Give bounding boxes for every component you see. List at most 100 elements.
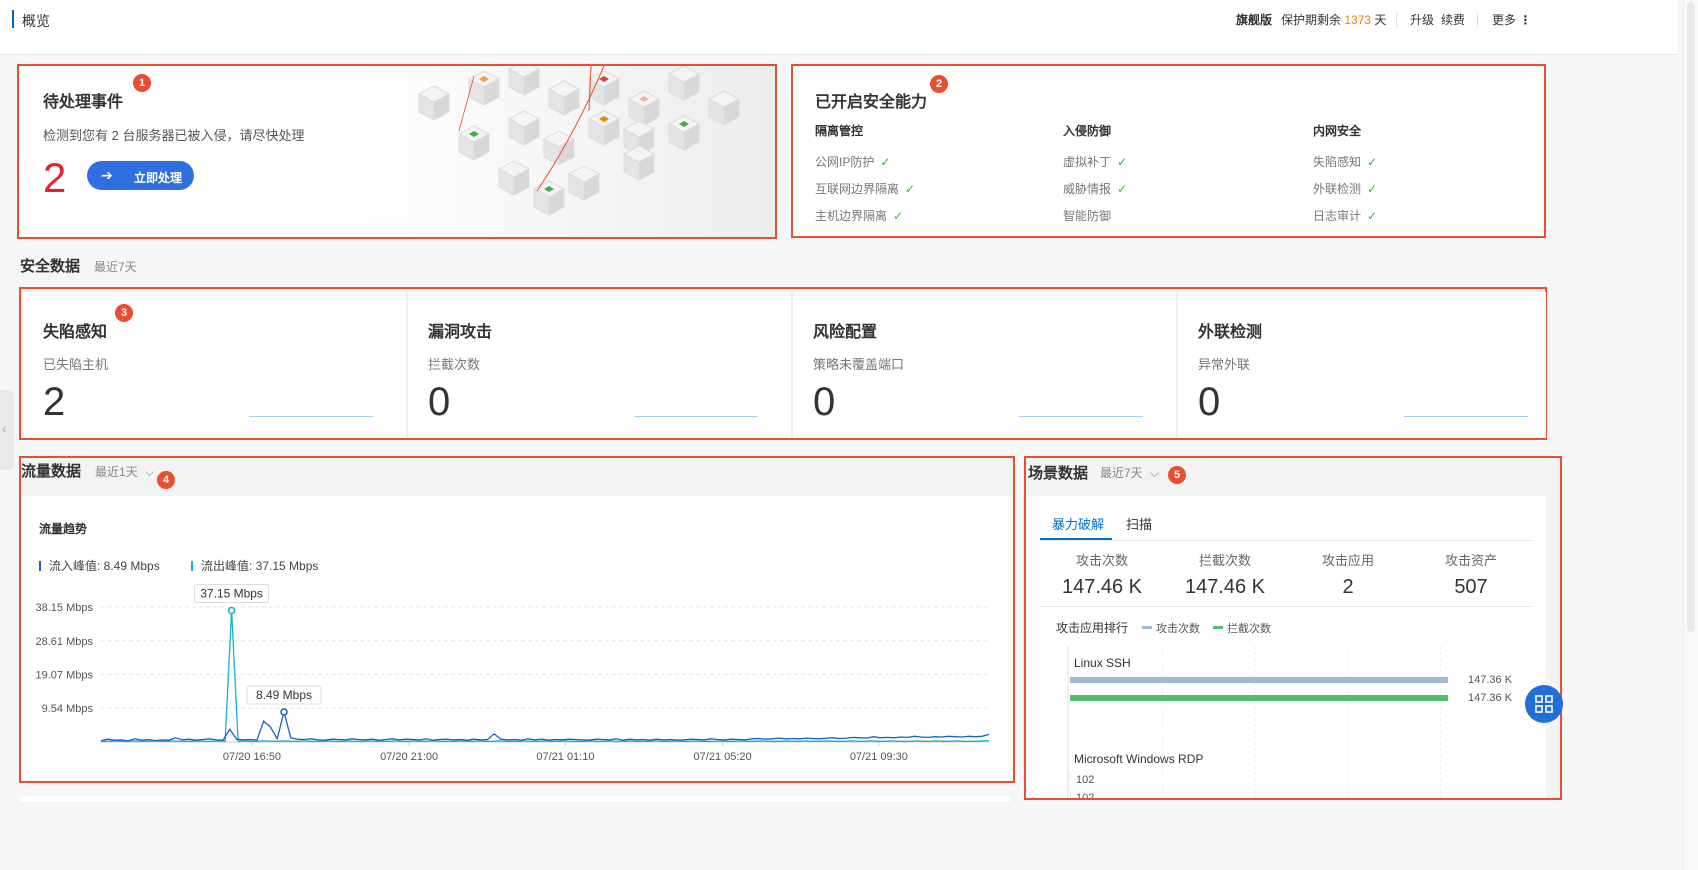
metric-label: 攻击资产	[1444, 553, 1497, 568]
server-cube	[497, 160, 531, 196]
capability-group: 隔离管控 公网IP防护 ✓ 互联网边界隔离 ✓ 主机边界隔离 ✓	[815, 122, 915, 224]
stat-card[interactable]: 失陷感知已失陷主机 2	[23, 292, 406, 438]
series-line-outflow	[101, 610, 990, 742]
capability-label: 主机边界隔离	[815, 209, 888, 223]
traffic-range-select[interactable]: 最近1天 ⌵	[95, 463, 154, 480]
scene-section: 场景数据 最近7天 ⌵ 5 暴力破解 扫描 攻击次数 147.46 K 拦截次数 14…	[1024, 456, 1562, 800]
capability-item: 日志审计 ✓	[1313, 207, 1377, 224]
marker-badge: 3	[115, 304, 133, 322]
y-tick-label: 19.07 Mbps	[36, 670, 94, 682]
x-tick-label: 07/20 16:50	[223, 751, 281, 763]
check-icon: ✓	[893, 209, 904, 223]
stat-card-label: 拦截次数	[428, 357, 481, 372]
stat-card-value: 0	[1198, 380, 1221, 424]
legend-attack-swatch	[1142, 626, 1152, 629]
metric-label: 拦截次数	[1198, 553, 1251, 568]
block-bar[interactable]	[1070, 695, 1448, 701]
legend-inflow-label: 流入峰值: 8.49 Mbps	[49, 559, 160, 573]
series-line-inflow	[100, 709, 990, 742]
server-cube	[627, 90, 661, 126]
protect-suffix: 天	[1374, 13, 1387, 27]
check-icon: ✓	[880, 155, 891, 169]
metric-label: 攻击次数	[1075, 553, 1128, 568]
tab-scan[interactable]: 扫描	[1126, 514, 1152, 533]
scene-range-select[interactable]: 最近7天 ⌵	[1100, 464, 1159, 481]
legend-block-swatch	[1213, 626, 1224, 629]
tab-brute-force[interactable]: 暴力破解	[1052, 514, 1104, 533]
server-cube	[507, 110, 541, 146]
ranking-legend: 攻击次数 拦截次数	[1142, 620, 1271, 636]
stat-sparkline	[1019, 416, 1143, 417]
security-data-title: 安全数据	[20, 258, 81, 275]
x-tick-label: 07/20 21:00	[380, 751, 438, 763]
capability-item: 主机边界隔离 ✓	[815, 207, 915, 224]
attack-ranking-chart[interactable]: Linux SSH 147.36 K 147.36 K Microsoft Windo…	[1040, 641, 1540, 800]
stat-sparkline	[1404, 416, 1528, 417]
traffic-title: 流量数据	[21, 463, 82, 480]
server-illustration	[359, 66, 775, 237]
x-tick-label: 07/21 09:30	[850, 751, 908, 763]
server-cube	[467, 70, 501, 106]
stat-card-title: 漏洞攻击	[428, 324, 493, 341]
stat-card-value: 2	[43, 380, 66, 424]
server-cube	[667, 66, 701, 101]
renew-link[interactable]: 续费	[1441, 11, 1465, 28]
scrollbar-thumb[interactable]	[1687, 2, 1695, 632]
server-cube	[622, 145, 656, 181]
attack-value-label: 147.36 K	[1468, 674, 1513, 686]
stat-card[interactable]: 漏洞攻击 拦截次数 0	[408, 292, 791, 438]
traffic-range-value: 最近1天	[95, 465, 138, 479]
pending-events-card: 待处理事件 1 检测到您有 2 台服务器已被入侵，请尽快处理 2 ➔ 立即处理	[17, 64, 777, 239]
legend-inflow: 流入峰值: 8.49 Mbps	[39, 557, 160, 574]
server-cube	[457, 125, 491, 161]
sidebar-collapse-handle[interactable]: ‹	[0, 390, 14, 470]
upgrade-link[interactable]: 升级	[1410, 11, 1434, 28]
next-section-edge	[20, 796, 1010, 802]
handle-now-button[interactable]: ➔ 立即处理	[87, 161, 194, 190]
server-cube	[587, 70, 621, 106]
app-label: Linux SSH	[1074, 656, 1131, 670]
capability-group: 内网安全 失陷感知 ✓ 外联检测 ✓ 日志审计 ✓	[1313, 122, 1377, 224]
legend-outflow: 流出峰值: 37.15 Mbps	[191, 557, 318, 574]
metric-value: 147.46 K	[1061, 576, 1143, 598]
chart-title: 流量趋势	[39, 522, 88, 536]
more-menu[interactable]: 更多 ⋮	[1492, 11, 1531, 28]
peak-marker[interactable]	[280, 708, 288, 716]
security-stats-row: 失陷感知已失陷主机 2 漏洞攻击拦截次数 0 风险配置 策略未覆盖端口 0 外联检测 异常外联 0…	[19, 287, 1547, 440]
capability-label: 互联网边界隔离	[815, 182, 900, 196]
quick-menu-button[interactable]	[1525, 685, 1563, 723]
capability-item: 公网IP防护 ✓	[815, 153, 915, 170]
capability-label: 日志审计	[1313, 209, 1362, 223]
stat-card-title: 失陷感知	[43, 324, 108, 341]
capability-item: 外联检测 ✓	[1313, 180, 1377, 197]
attack-value-label: 102	[1076, 774, 1094, 786]
stat-card[interactable]: 风险配置 策略未覆盖端口 0	[793, 292, 1176, 438]
scene-title: 场景数据	[1028, 465, 1089, 482]
server-cube	[587, 110, 621, 146]
stat-card-label: 策略未覆盖端口	[813, 357, 905, 372]
peak-marker[interactable]	[227, 606, 236, 615]
server-cube	[417, 85, 451, 121]
stat-card-label: 已失陷主机	[43, 357, 109, 372]
pending-description: 检测到您有 2 台服务器已被入侵，请尽快处理	[43, 128, 305, 143]
capability-item: 威胁情报 ✓	[1063, 180, 1127, 197]
traffic-section: 流量数据 最近1天 ⌵ 4 流量趋势 流入峰值: 8.49 Mbps 流出峰值:…	[19, 456, 1015, 783]
divider	[1477, 13, 1478, 27]
traffic-chart-card: 流量趋势 流入峰值: 8.49 Mbps 流出峰值: 37.15 Mbps 38…	[21, 496, 1013, 781]
page-title: 概览	[22, 13, 50, 29]
chevron-down-icon: ⌵	[145, 465, 155, 479]
traffic-line-chart[interactable]: 38.15 Mbps 28.61 Mbps 19.07 Mbps 9.54 Mbps 0…	[21, 576, 1013, 776]
x-tick-label: 07/21 01:10	[536, 751, 594, 763]
legend-outflow-swatch	[191, 561, 193, 571]
title-accent	[12, 10, 14, 28]
more-dots-icon: ⋮	[1519, 13, 1532, 27]
capability-item: 失陷感知 ✓	[1313, 153, 1377, 170]
page-scrollbar[interactable]	[1683, 0, 1698, 870]
check-icon: ✓	[905, 182, 916, 196]
more-label: 更多	[1492, 13, 1517, 27]
attack-bar[interactable]	[1070, 677, 1448, 683]
capability-label: 威胁情报	[1063, 182, 1112, 196]
marker-badge: 4	[157, 471, 175, 489]
stat-card[interactable]: 外联检测 异常外联 0	[1178, 292, 1546, 438]
arrow-right-icon: ➔	[101, 167, 113, 183]
